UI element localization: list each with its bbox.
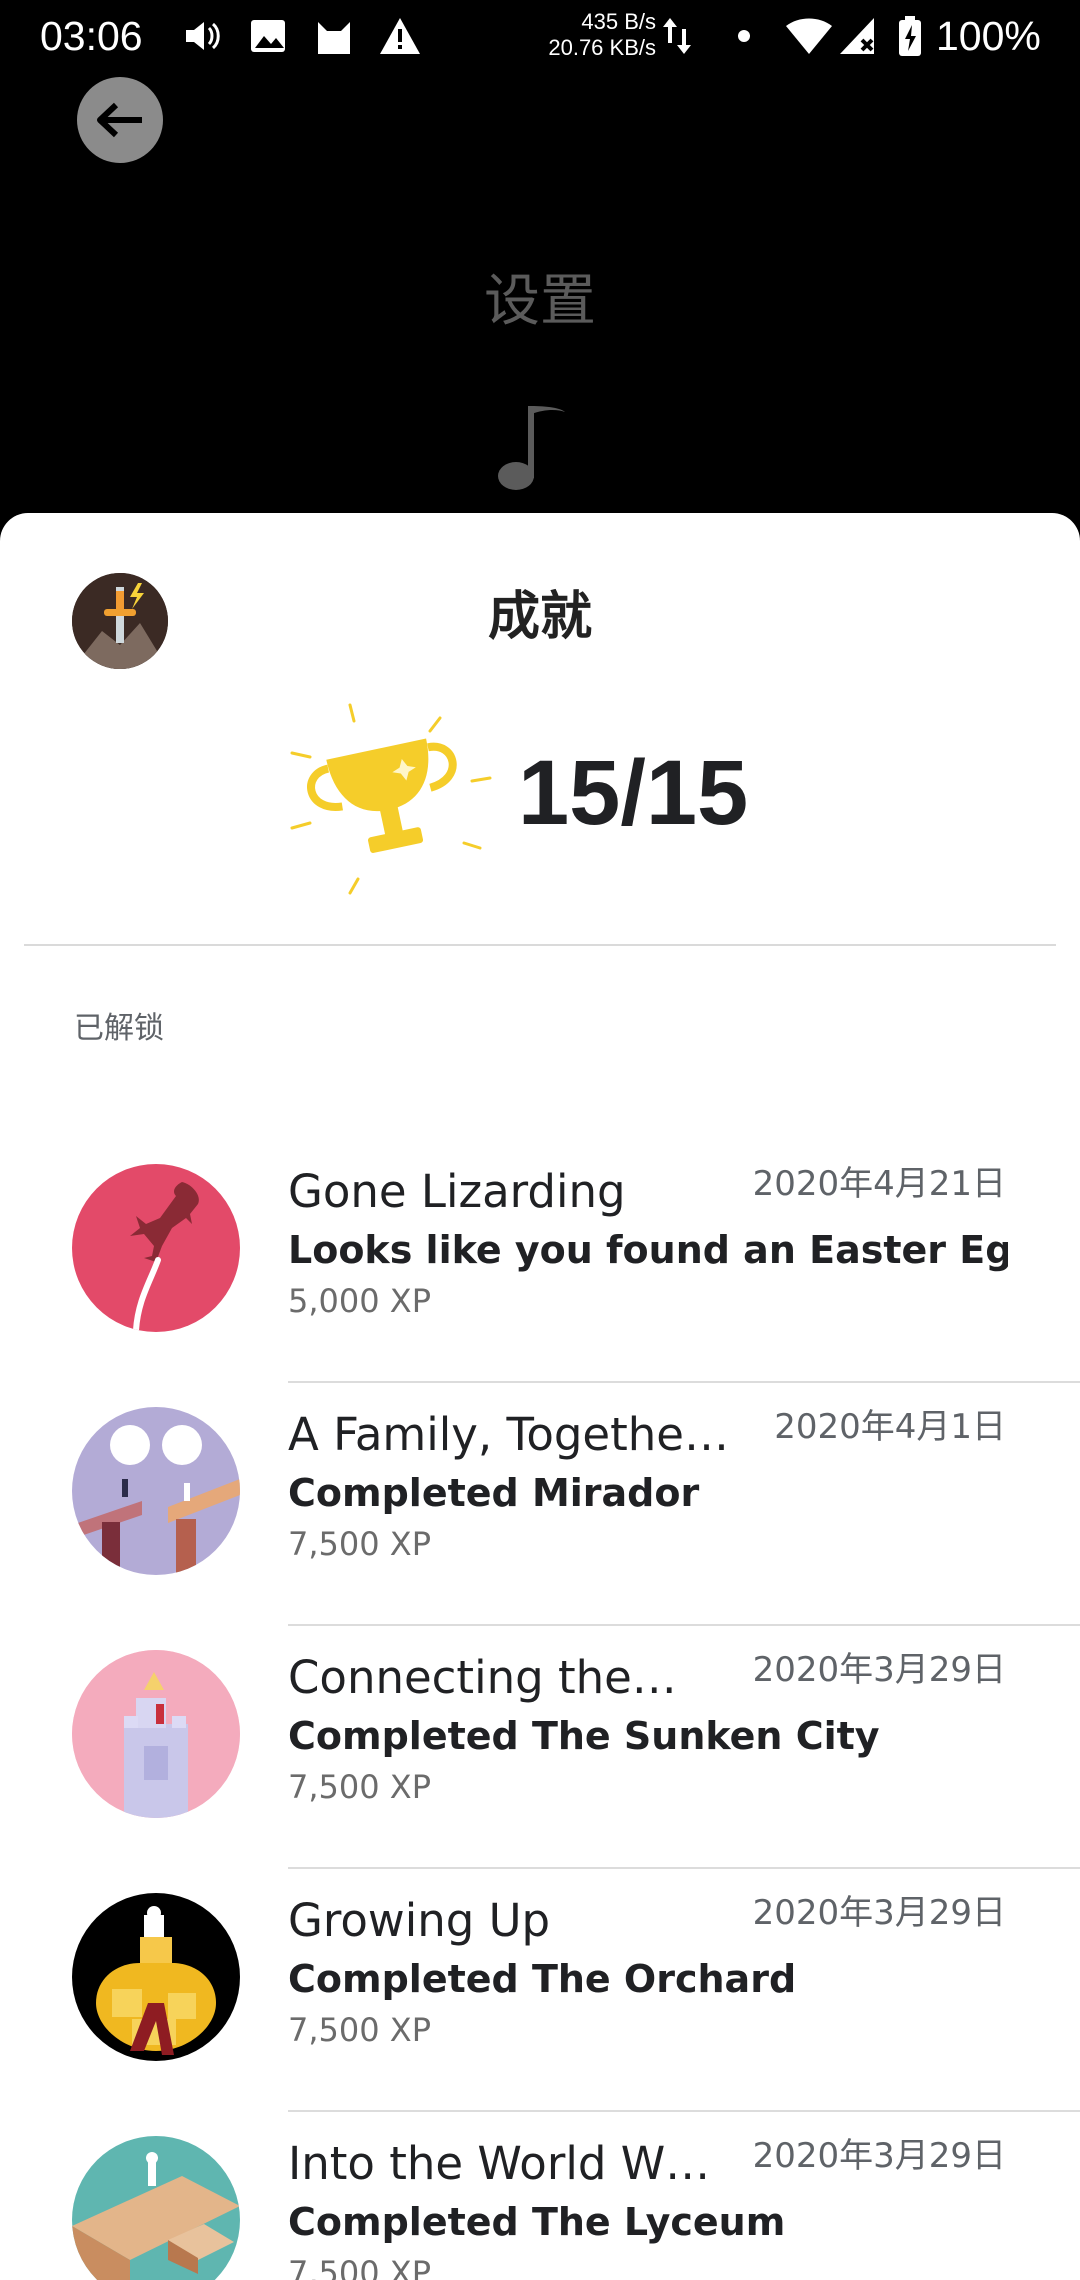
achievement-date: 2020年3月29日 <box>752 2136 1006 2176</box>
battery-level: 100% <box>936 13 1041 59</box>
status-bar: 03:06 435 B/s 20.76 KB/s 100% <box>0 0 1080 72</box>
achievement-title: Into the World W… <box>288 2137 711 2190</box>
mirador-icon <box>72 1407 240 1575</box>
achievement-thumbnail <box>72 2136 240 2280</box>
achievement-date: 2020年4月21日 <box>752 1164 1006 1204</box>
sunken-city-icon <box>72 1650 240 1818</box>
image-icon <box>251 20 285 52</box>
achievement-xp: 7,500 XP <box>288 1525 431 1563</box>
arrow-left-icon <box>97 102 142 138</box>
achievements-sheet: 成就 15/15 已解锁 Gone Lizarding 2020年4月21日 L… <box>0 513 1080 2280</box>
lizard-icon <box>72 1164 240 1332</box>
achievement-description: Completed Mirador <box>288 1471 700 1515</box>
battery-icon <box>899 16 921 56</box>
trophy-icon <box>290 703 492 895</box>
achievement-description: Completed The Sunken City <box>288 1714 880 1758</box>
net-up: 435 B/s <box>581 9 656 34</box>
status-time: 03:06 <box>40 13 143 59</box>
achievement-item[interactable]: Connecting the… 2020年3月29日 Completed The… <box>0 1626 1080 1869</box>
achievement-title: Connecting the… <box>288 1651 677 1704</box>
achievement-description: Completed The Lyceum <box>288 2200 786 2244</box>
achievement-title: A Family, Togethe… <box>288 1408 729 1461</box>
achievement-item[interactable]: Growing Up 2020年3月29日 Completed The Orch… <box>0 1869 1080 2112</box>
achievement-item[interactable]: Gone Lizarding 2020年4月21日 Looks like you… <box>0 1140 1080 1383</box>
achievement-thumbnail <box>72 1407 240 1575</box>
volume-icon <box>186 22 220 50</box>
achievement-date: 2020年4月1日 <box>774 1407 1006 1447</box>
data-arrows-icon <box>663 18 691 54</box>
back-button[interactable] <box>77 77 163 163</box>
cat-icon <box>318 22 350 54</box>
achievement-date: 2020年3月29日 <box>752 1650 1006 1690</box>
achievement-xp: 7,500 XP <box>288 2011 431 2049</box>
achievement-title: Growing Up <box>288 1894 551 1947</box>
achievement-xp: 7,500 XP <box>288 1768 431 1806</box>
lyceum-icon <box>72 2136 240 2280</box>
achievement-title: Gone Lizarding <box>288 1165 626 1218</box>
achievement-description: Looks like you found an Easter Eg… <box>288 1228 1008 1272</box>
achievement-xp: 7,500 XP <box>288 2254 431 2280</box>
achievement-list: Gone Lizarding 2020年4月21日 Looks like you… <box>0 1140 1080 2280</box>
music-note-icon[interactable] <box>494 398 574 498</box>
achievement-thumbnail <box>72 1164 240 1332</box>
warning-icon <box>380 18 420 54</box>
settings-title: 设置 <box>484 269 596 334</box>
divider <box>24 944 1056 946</box>
achievement-item[interactable]: A Family, Togethe… 2020年4月1日 Completed M… <box>0 1383 1080 1626</box>
sheet-title: 成就 <box>487 587 592 647</box>
achievement-item[interactable]: Into the World W… 2020年3月29日 Completed T… <box>0 2112 1080 2280</box>
network-speed: 435 B/s 20.76 KB/s <box>536 9 656 61</box>
section-label-unlocked: 已解锁 <box>74 1011 164 1046</box>
achievement-date: 2020年3月29日 <box>752 1893 1006 1933</box>
wifi-icon <box>786 18 832 54</box>
achievement-description: Completed The Orchard <box>288 1957 797 2001</box>
achievement-thumbnail <box>72 1650 240 1818</box>
achievement-xp: 5,000 XP <box>288 1282 431 1320</box>
achievement-thumbnail <box>72 1893 240 2061</box>
dot-icon <box>738 30 750 42</box>
orchard-icon <box>72 1893 240 2061</box>
signal-icon <box>840 18 874 54</box>
net-down: 20.76 KB/s <box>548 35 656 60</box>
achievement-count: 15/15 <box>518 742 749 844</box>
